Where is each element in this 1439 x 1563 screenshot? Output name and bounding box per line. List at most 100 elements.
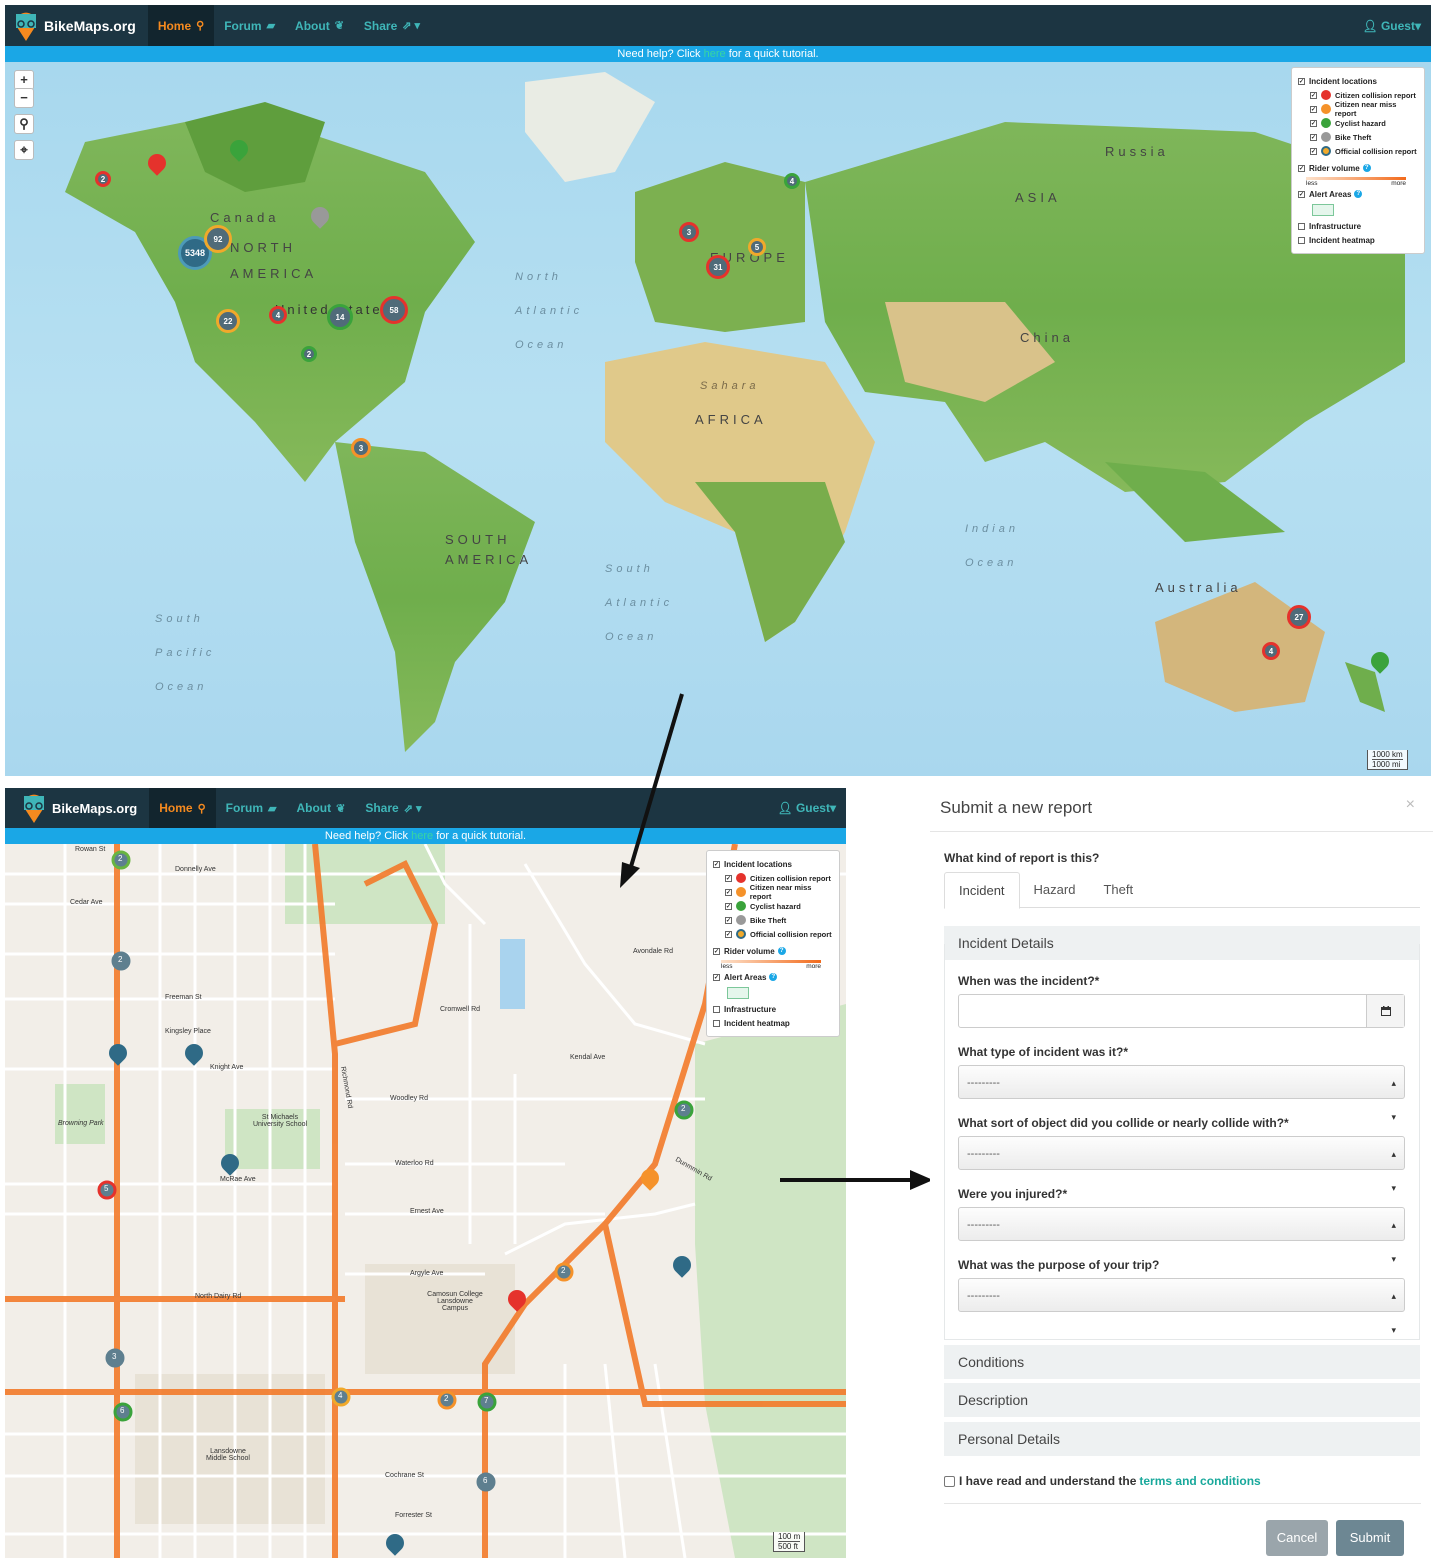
world-map[interactable]: + − ⚲ ⌖ Canada NORTH AMERICA United Stat…	[5, 62, 1431, 776]
checkbox-empty-icon[interactable]	[1298, 236, 1305, 244]
zoom-in-button[interactable]: +	[14, 70, 34, 90]
help-link[interactable]: here	[704, 48, 726, 60]
legend-rider-volume[interactable]: ✓ Rider volume?	[1298, 161, 1418, 175]
trip-purpose-select[interactable]: --------- ▴ ▾	[958, 1278, 1405, 1335]
terms-checkbox[interactable]	[944, 1475, 955, 1487]
zoom-out-button[interactable]: −	[14, 88, 34, 108]
legend-item[interactable]: ✓ Citizen near miss report	[1298, 100, 1418, 118]
cluster-marker[interactable]: 31	[706, 255, 730, 279]
help-icon[interactable]: ?	[1362, 164, 1371, 172]
legend-infrastructure[interactable]: Infrastructure	[713, 1002, 833, 1016]
user-menu[interactable]: 👤︎ Guest▾	[777, 801, 846, 815]
cluster-marker[interactable]: 14	[327, 304, 353, 330]
legend-item[interactable]: ✓ Cyclist hazard	[1298, 116, 1418, 130]
brand[interactable]: BikeMaps.org	[5, 5, 136, 46]
cluster-marker[interactable]: 22	[216, 309, 240, 333]
submit-button[interactable]: Submit	[1336, 1520, 1404, 1556]
checkbox-checked-icon[interactable]: ✓	[725, 916, 732, 924]
marker-label: 5	[104, 1184, 109, 1193]
legend-incident-locations[interactable]: ✓ Incident locations	[713, 857, 833, 871]
nav-share[interactable]: Share ⇗ ▾	[354, 5, 430, 46]
cluster-marker[interactable]: 58	[380, 296, 408, 324]
cluster-marker[interactable]: 3	[351, 438, 371, 458]
street-map[interactable]: 2 2 5 3 6 4 2 7 6 2 2 Rowan St Donnelly …	[5, 844, 846, 1558]
checkbox-checked-icon[interactable]: ✓	[713, 947, 720, 955]
help-icon[interactable]: ?	[1354, 190, 1363, 198]
incident-date-input[interactable]	[958, 994, 1405, 1028]
cluster-marker[interactable]: 92	[204, 225, 232, 253]
legend-heatmap[interactable]: Incident heatmap	[713, 1016, 833, 1030]
tab-theft[interactable]: Theft	[1089, 872, 1147, 907]
section-conditions[interactable]: Conditions	[944, 1345, 1420, 1379]
checkbox-checked-icon[interactable]: ✓	[1310, 105, 1317, 113]
injured-select[interactable]: --------- ▴ ▾	[958, 1207, 1405, 1264]
legend-alert-areas[interactable]: ✓ Alert Areas?	[1298, 187, 1418, 201]
legend-item[interactable]: ✓ Bike Theft	[1298, 130, 1418, 144]
search-button[interactable]: ⚲	[14, 114, 34, 134]
checkbox-checked-icon[interactable]: ✓	[1310, 91, 1317, 99]
checkbox-checked-icon[interactable]: ✓	[725, 902, 732, 910]
nav-about[interactable]: About ❦	[285, 5, 354, 46]
cluster-marker[interactable]: 27	[1287, 605, 1311, 629]
legend-item[interactable]: ✓ Bike Theft	[713, 913, 833, 927]
nav-share[interactable]: Share ⇗ ▾	[355, 788, 431, 828]
theft-dot-icon	[736, 915, 746, 925]
legend-rider-volume[interactable]: ✓ Rider volume?	[713, 944, 833, 958]
help-link[interactable]: here	[411, 830, 433, 842]
legend-alert-areas[interactable]: ✓ Alert Areas?	[713, 970, 833, 984]
legend-incident-locations[interactable]: ✓ Incident locations	[1298, 74, 1418, 88]
label-africa: AFRICA	[695, 412, 767, 427]
checkbox-checked-icon[interactable]: ✓	[1310, 147, 1317, 155]
legend-infrastructure[interactable]: Infrastructure	[1298, 219, 1418, 233]
locate-button[interactable]: ⌖	[14, 140, 34, 160]
legend-item[interactable]: ✓ Official collision report	[713, 927, 833, 941]
checkbox-checked-icon[interactable]: ✓	[713, 860, 720, 868]
section-personal-details[interactable]: Personal Details	[944, 1422, 1420, 1456]
user-menu[interactable]: 👤︎ Guest▾	[1362, 19, 1431, 33]
terms-link[interactable]: terms and conditions	[1139, 1474, 1260, 1488]
cluster-marker[interactable]: 4	[269, 306, 287, 324]
checkbox-checked-icon[interactable]: ✓	[1298, 77, 1305, 85]
nav-forum[interactable]: Forum ▰	[216, 788, 287, 828]
legend-label: Alert Areas	[724, 972, 767, 982]
checkbox-checked-icon[interactable]: ✓	[725, 930, 732, 938]
nav-home[interactable]: Home ⚲	[147, 5, 215, 46]
nav-home[interactable]: Home ⚲	[149, 788, 216, 828]
checkbox-checked-icon[interactable]: ✓	[713, 973, 720, 981]
cluster-marker[interactable]: 4	[784, 173, 800, 189]
cancel-button[interactable]: Cancel	[1266, 1520, 1328, 1556]
nav-about[interactable]: About ❦	[286, 788, 355, 828]
cluster-marker[interactable]: 3	[679, 222, 699, 242]
checkbox-checked-icon[interactable]: ✓	[1298, 164, 1305, 172]
checkbox-empty-icon[interactable]	[713, 1005, 720, 1013]
legend-item[interactable]: ✓ Official collision report	[1298, 144, 1418, 158]
legend-label: Rider volume	[1309, 163, 1360, 173]
checkbox-empty-icon[interactable]	[713, 1019, 720, 1027]
checkbox-checked-icon[interactable]: ✓	[1310, 119, 1317, 127]
cluster-marker[interactable]: 4	[1262, 642, 1280, 660]
incident-type-select[interactable]: --------- ▴ ▾	[958, 1065, 1405, 1122]
close-icon[interactable]: ×	[1406, 796, 1415, 814]
calendar-button[interactable]	[1366, 995, 1404, 1027]
cluster-marker[interactable]: 5	[748, 238, 766, 256]
legend-heatmap[interactable]: Incident heatmap	[1298, 233, 1418, 247]
checkbox-checked-icon[interactable]: ✓	[1310, 133, 1317, 141]
nav-forum[interactable]: Forum ▰	[214, 5, 285, 46]
cluster-marker[interactable]: 2	[95, 171, 111, 187]
section-description[interactable]: Description	[944, 1383, 1420, 1417]
checkbox-checked-icon[interactable]: ✓	[725, 874, 732, 882]
legend-item[interactable]: ✓ Citizen near miss report	[713, 883, 833, 901]
help-icon[interactable]: ?	[777, 947, 786, 955]
help-icon[interactable]: ?	[769, 973, 778, 981]
checkbox-checked-icon[interactable]: ✓	[1298, 190, 1305, 198]
legend-item-label: Citizen near miss report	[749, 883, 812, 901]
brand[interactable]: BikeMaps.org	[5, 788, 137, 828]
terms-agreement[interactable]: I have read and understand the terms and…	[944, 1474, 1261, 1488]
checkbox-empty-icon[interactable]	[1298, 222, 1305, 230]
checkbox-checked-icon[interactable]: ✓	[725, 888, 732, 896]
collision-object-select[interactable]: --------- ▴ ▾	[958, 1136, 1405, 1193]
tab-hazard[interactable]: Hazard	[1020, 872, 1090, 907]
legend-item[interactable]: ✓ Cyclist hazard	[713, 899, 833, 913]
tab-incident[interactable]: Incident	[944, 872, 1020, 909]
cluster-marker[interactable]: 2	[301, 346, 317, 362]
